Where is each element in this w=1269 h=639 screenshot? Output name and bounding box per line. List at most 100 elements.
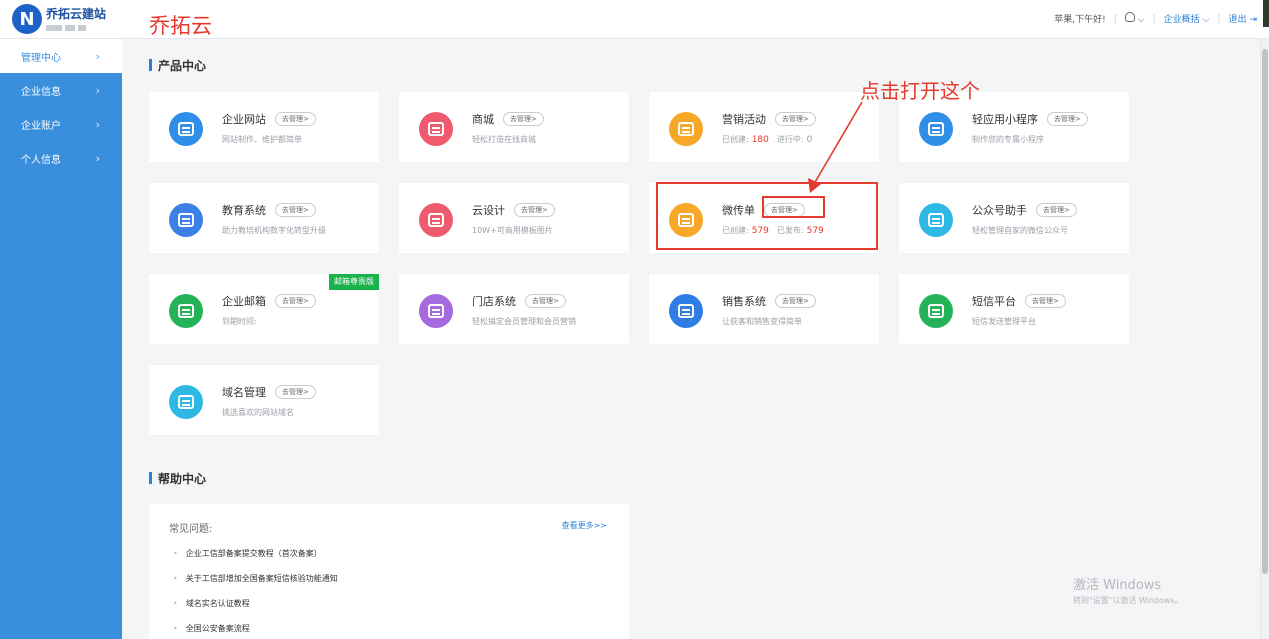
mail-icon [169,294,203,328]
chevron-down-icon: ⌵ [1202,15,1210,25]
product-card-sales[interactable]: 销售系统 去管理> 让获客和销售变得简单 [649,274,879,344]
manage-button[interactable]: 去管理> [775,294,816,308]
manage-button[interactable]: 去管理> [1025,294,1066,308]
help-center-heading: 帮助中心 [149,470,206,487]
manage-button[interactable]: 去管理> [275,112,316,126]
product-card-education[interactable]: 教育系统 去管理> 助力教培机构数字化转型升级 [149,183,379,253]
view-more-link[interactable]: 查看更多>> [562,520,607,531]
card-title: 营销活动 [722,113,766,126]
card-title: 域名管理 [222,386,266,399]
card-description: 助力教培机构数字化转型升级 [222,226,326,235]
logout-link[interactable]: 退出 ⇥ [1228,12,1257,25]
product-card-wechat-assistant[interactable]: 公众号助手 去管理> 轻松管理自家的微信公众号 [899,183,1129,253]
sidebar-item-label: 管理中心 [21,52,61,64]
vertical-scrollbar[interactable] [1260,39,1269,639]
card-description: 轻松搞定会员管理和会员营销 [472,317,576,326]
card-title: 企业邮箱 [222,295,266,308]
manage-button[interactable]: 去管理> [514,203,555,217]
chevron-right-icon: › [95,151,100,165]
sidebar-item-label: 企业信息 [21,86,61,98]
overview-link[interactable]: 企业概括 ⌵ [1164,12,1210,25]
store-icon [419,294,453,328]
wechat-icon [919,203,953,237]
sidebar-item-management-center[interactable]: 管理中心 › [0,39,122,73]
sidebar-item-label: 企业账户 [21,120,61,132]
created-count: 579 [751,226,769,236]
card-description: 轻松管理自家的微信公众号 [972,226,1068,235]
logout-icon: ⇥ [1249,15,1257,25]
brand[interactable]: N 乔拓云建站 [0,0,122,39]
product-card-mail[interactable]: 邮箱尊贵版 企业邮箱 去管理> 到期时间: [149,274,379,344]
corner-widget [1263,0,1269,27]
support-dropdown[interactable]: ⌵ [1124,12,1145,25]
card-title: 轻应用小程序 [972,113,1038,126]
sidebar-item-company-info[interactable]: 企业信息 › [0,73,122,107]
faq-item[interactable]: 域名实名认证教程 [173,598,338,623]
card-description: 挑选喜欢的网站域名 [222,408,294,417]
card-title: 云设计 [472,204,505,217]
sidebar-item-personal-info[interactable]: 个人信息 › [0,141,122,175]
sidebar-nav: 管理中心 › 企业信息 › 企业账户 › 个人信息 › [0,39,122,175]
brand-logo-icon: N [12,4,42,34]
card-description: 已创建: 180 进行中: 0 [722,135,813,145]
manage-button[interactable]: 去管理> [275,203,316,217]
faq-label: 常见问题: [169,524,213,535]
card-title: 门店系统 [472,295,516,308]
product-card-marketing[interactable]: 营销活动 去管理> 已创建: 180 进行中: 0 [649,92,879,162]
product-card-cloud-design[interactable]: 云设计 去管理> 10W+可商用模板图片 [399,183,629,253]
card-description: 短信发送管理平台 [972,317,1036,326]
card-description: 轻松打造在线商城 [472,135,536,144]
card-title: 企业网站 [222,113,266,126]
chevron-down-icon: ⌵ [1137,15,1145,25]
manage-button[interactable]: 去管理> [764,203,805,217]
chevron-right-icon: › [95,49,100,63]
card-description: 到期时间: [222,317,257,326]
card-title: 短信平台 [972,295,1016,308]
manage-button[interactable]: 去管理> [1036,203,1077,217]
manage-button[interactable]: 去管理> [1047,112,1088,126]
sidebar-item-company-account[interactable]: 企业账户 › [0,107,122,141]
chevron-right-icon: › [95,83,100,97]
chevron-right-icon: › [95,117,100,131]
manage-button[interactable]: 去管理> [275,385,316,399]
product-card-website[interactable]: 企业网站 去管理> 网站制作、维护都简单 [149,92,379,162]
flyer-icon [669,203,703,237]
product-card-sms[interactable]: 短信平台 去管理> 短信发送管理平台 [899,274,1129,344]
card-title: 商城 [472,113,494,126]
product-card-domain[interactable]: 域名管理 去管理> 挑选喜欢的网站域名 [149,365,379,435]
book-icon [169,203,203,237]
card-description: 已创建: 579 已发布: 579 [722,226,824,236]
product-card-store[interactable]: 门店系统 去管理> 轻松搞定会员管理和会员营销 [399,274,629,344]
product-card-flyer[interactable]: 微传单 去管理> 已创建: 579 已发布: 579 [649,183,879,253]
scrollbar-thumb[interactable] [1262,49,1268,574]
brand-placeholder [46,25,106,31]
card-title: 微传单 [722,204,755,217]
manage-button[interactable]: 去管理> [775,112,816,126]
product-center-heading: 产品中心 [149,57,206,74]
image-icon [419,203,453,237]
created-count: 180 [751,135,769,145]
card-title: 公众号助手 [972,204,1027,217]
sidebar: N 乔拓云建站 管理中心 › 企业信息 › 企业账户 › 个人信息 › [0,0,122,639]
product-card-shop[interactable]: 商城 去管理> 轻松打造在线商城 [399,92,629,162]
sms-icon [919,294,953,328]
faq-list: 企业工信部备案提交教程（首次备案） 关于工信部增加全国备案短信核验功能通知 域名… [173,548,338,639]
brand-name: 乔拓云建站 [46,7,107,21]
shop-bag-icon [419,112,453,146]
premium-badge: 邮箱尊贵版 [329,274,379,290]
faq-item[interactable]: 企业工信部备案提交教程（首次备案） [173,548,338,573]
card-description: 10W+可商用模板图片 [472,226,553,235]
manage-button[interactable]: 去管理> [525,294,566,308]
manage-button[interactable]: 去管理> [503,112,544,126]
published-count: 579 [806,226,824,236]
faq-item[interactable]: 全国公安备案流程 [173,623,338,639]
miniapp-icon [919,112,953,146]
card-description: 制作您的专属小程序 [972,135,1044,144]
website-icon [169,112,203,146]
manage-button[interactable]: 去管理> [275,294,316,308]
annotation-text: 点击打开这个 [860,79,980,103]
faq-item[interactable]: 关于工信部增加全国备案短信核验功能通知 [173,573,338,598]
top-header: 乔拓云 苹果,下午好! | ⌵ | 企业概括 ⌵ | 退出 ⇥ [122,0,1269,39]
help-card: 常见问题: 查看更多>> 企业工信部备案提交教程（首次备案） 关于工信部增加全国… [149,504,629,639]
running-count: 0 [806,135,813,145]
